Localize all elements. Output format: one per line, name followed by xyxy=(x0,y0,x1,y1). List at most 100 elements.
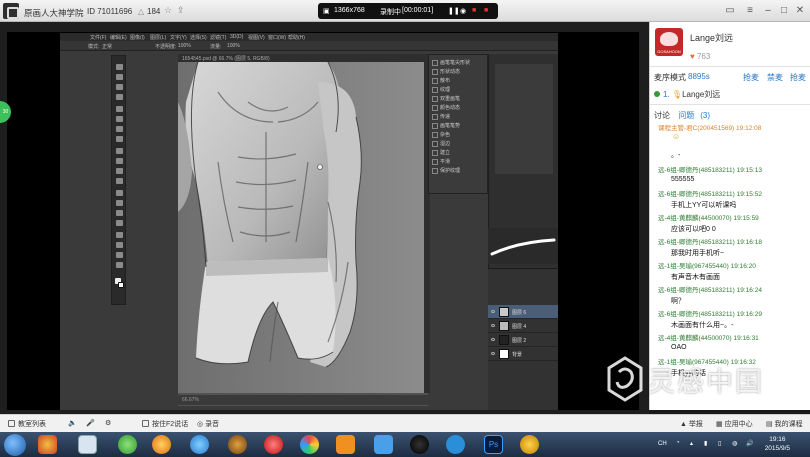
ps-menu-item[interactable]: 选择(S) xyxy=(190,34,207,41)
ps-brush-option[interactable]: 颜色动态 xyxy=(432,104,460,111)
grab-mic-link[interactable]: 抢麦 xyxy=(743,72,759,83)
camera-icon[interactable]: ◉ xyxy=(460,7,466,15)
taskbar-app-icon[interactable] xyxy=(336,435,355,454)
recording-time: [00:00:01] xyxy=(402,7,434,14)
ps-layer-row[interactable]: 图层 4 xyxy=(488,319,558,333)
taskbar-app-icon[interactable] xyxy=(410,435,429,454)
taskbar-app-icon[interactable] xyxy=(118,435,137,454)
record-audio-button[interactable]: ◎ 录音 xyxy=(197,419,219,429)
mode-timer: 8895s xyxy=(688,72,710,81)
ps-brush-option[interactable]: 画笔笔势 xyxy=(432,122,460,129)
ps-document-tab[interactable]: 1654545.psd @ 66.7% (图层 5, RGB/8) xyxy=(178,54,428,62)
yy-taskbar-icon[interactable] xyxy=(520,435,539,454)
taskbar-app-icon[interactable] xyxy=(228,435,247,454)
share-icon[interactable]: ⇪ xyxy=(177,5,185,16)
ps-layer-row[interactable]: 图层 2 xyxy=(488,333,558,347)
host-name[interactable]: Lange刘远 xyxy=(690,31,733,44)
likes-count[interactable]: ♥ 763 xyxy=(690,52,710,61)
my-courses-button[interactable]: ▤ 我的课程 xyxy=(766,419,803,429)
tray-icon[interactable]: ◍ xyxy=(732,440,737,447)
speaker-icon[interactable]: 🔈 xyxy=(68,419,77,427)
viewers-icon: △ xyxy=(138,7,145,16)
ps-opacity-field[interactable]: 100% xyxy=(178,43,191,49)
record-icon[interactable]: ■ xyxy=(484,7,488,14)
torso-sketch-artwork[interactable] xyxy=(178,62,424,393)
ps-menu-item[interactable]: 滤镜(T) xyxy=(210,34,226,41)
chat-message-body: 555555 xyxy=(671,176,695,183)
ps-brush-option[interactable]: 形状动态 xyxy=(432,68,460,75)
taskbar-app-icon[interactable] xyxy=(190,435,209,454)
ps-menu-item[interactable]: 帮助(H) xyxy=(288,34,305,41)
ps-menu-item[interactable]: 窗口(W) xyxy=(268,34,286,41)
tray-icon[interactable]: ▴ xyxy=(690,440,693,447)
ban-mic-link[interactable]: 禁麦 xyxy=(767,72,783,83)
ps-brush-option[interactable]: 平滑 xyxy=(432,158,450,165)
menu-icon[interactable]: ≡ xyxy=(744,5,756,17)
ps-brush-option[interactable]: 杂色 xyxy=(432,131,450,138)
classroom-side-panel: GOSAHOON Lange刘远 ♥ 763 麦序模式 8895s 抢麦 禁麦 … xyxy=(649,22,810,410)
ps-brush-option[interactable]: 散布 xyxy=(432,77,450,84)
host-avatar[interactable]: GOSAHOON xyxy=(655,28,683,56)
tray-icon[interactable]: ▯ xyxy=(718,440,721,447)
photoshop-taskbar-icon[interactable]: Ps xyxy=(484,435,503,454)
report-button[interactable]: ▲ 举报 xyxy=(680,419,703,429)
stop-icon[interactable]: ■ xyxy=(472,7,476,14)
ps-brush-option[interactable]: 纹理 xyxy=(432,86,450,93)
channel-title: 原画人大神学院 xyxy=(24,8,84,18)
clock-time: 19:16 xyxy=(769,436,786,443)
skin-icon[interactable]: ▭ xyxy=(724,5,736,17)
ps-menu-item[interactable]: 文件(F) xyxy=(90,34,106,41)
taskbar-app-icon[interactable] xyxy=(38,435,57,454)
ps-brush-option[interactable]: 保护纹理 xyxy=(432,167,460,174)
ps-brush-presets[interactable] xyxy=(495,64,553,174)
room-id: ID 71011696 xyxy=(87,7,133,16)
watermark-logo-icon xyxy=(607,356,643,402)
tray-icon[interactable]: ◔ xyxy=(676,440,680,446)
push-to-talk-button[interactable]: 按住F2说话 xyxy=(142,419,188,429)
ps-menu-item[interactable]: 视图(V) xyxy=(248,34,265,41)
list-icon xyxy=(8,420,15,427)
book-icon: ▤ xyxy=(766,421,773,428)
maximize-button[interactable]: □ xyxy=(778,5,790,17)
minimize-button[interactable]: – xyxy=(762,5,774,17)
mic-queue-entry[interactable]: 1. 🎙Lange刘远 xyxy=(654,89,720,100)
ps-menu-item[interactable]: 图层(L) xyxy=(150,34,166,41)
ps-brush-option[interactable]: 湿边 xyxy=(432,140,450,147)
language-indicator[interactable]: CH xyxy=(658,441,667,447)
classroom-list-button[interactable]: 教室列表 xyxy=(8,419,46,429)
ps-menu-item[interactable]: 编辑(E) xyxy=(110,34,127,41)
ps-layer-row[interactable]: 背景 xyxy=(488,347,558,361)
pause-icon[interactable]: ❚❚ xyxy=(448,7,460,15)
taskbar-app-icon[interactable] xyxy=(374,435,393,454)
ps-brush-option[interactable]: 画笔笔尖形状 xyxy=(432,59,470,66)
keyboard-icon xyxy=(142,420,149,427)
start-button[interactable] xyxy=(4,434,26,456)
mic-volume-icon[interactable]: 🎤 xyxy=(86,419,95,427)
ps-menu-item[interactable]: 3D(D) xyxy=(230,34,243,40)
ps-flow-field[interactable]: 100% xyxy=(227,43,240,49)
tray-icon[interactable]: ▮ xyxy=(704,440,707,447)
ps-brush-option[interactable]: 双重画笔 xyxy=(432,95,460,102)
ps-brush-option[interactable]: 传递 xyxy=(432,113,450,120)
ps-brush-option[interactable]: 建立 xyxy=(432,149,450,156)
favorite-star-icon[interactable]: ☆ xyxy=(164,5,172,16)
tab-discuss[interactable]: 讨论 xyxy=(654,111,670,120)
ps-menu-item[interactable]: 图像(I) xyxy=(130,34,145,41)
grab-mic-link-2[interactable]: 抢麦 xyxy=(790,72,806,83)
app-center-button[interactable]: ▦ 应用中心 xyxy=(716,419,753,429)
taskbar-app-icon[interactable] xyxy=(300,435,319,454)
ps-menu-item[interactable]: 文字(Y) xyxy=(170,34,187,41)
volume-icon[interactable]: 🔊 xyxy=(746,440,753,447)
settings-icon[interactable]: ⚙ xyxy=(105,419,111,427)
taskbar-app-icon[interactable] xyxy=(152,435,171,454)
ps-layer-row[interactable]: 图层 6 xyxy=(488,305,558,319)
chat-message-body: 手机上YY可以听课吗 xyxy=(671,202,737,209)
taskbar-app-icon[interactable] xyxy=(446,435,465,454)
taskbar-app-icon[interactable] xyxy=(264,435,283,454)
taskbar-app-icon[interactable] xyxy=(78,435,97,454)
ps-mode-select[interactable]: 正常 xyxy=(102,43,112,50)
clock[interactable]: 19:16 2015/9/5 xyxy=(765,435,790,453)
tab-questions[interactable]: 问题 (3) xyxy=(678,111,716,120)
screen-icon: ▣ xyxy=(323,8,330,15)
close-button[interactable]: ✕ xyxy=(794,5,806,17)
